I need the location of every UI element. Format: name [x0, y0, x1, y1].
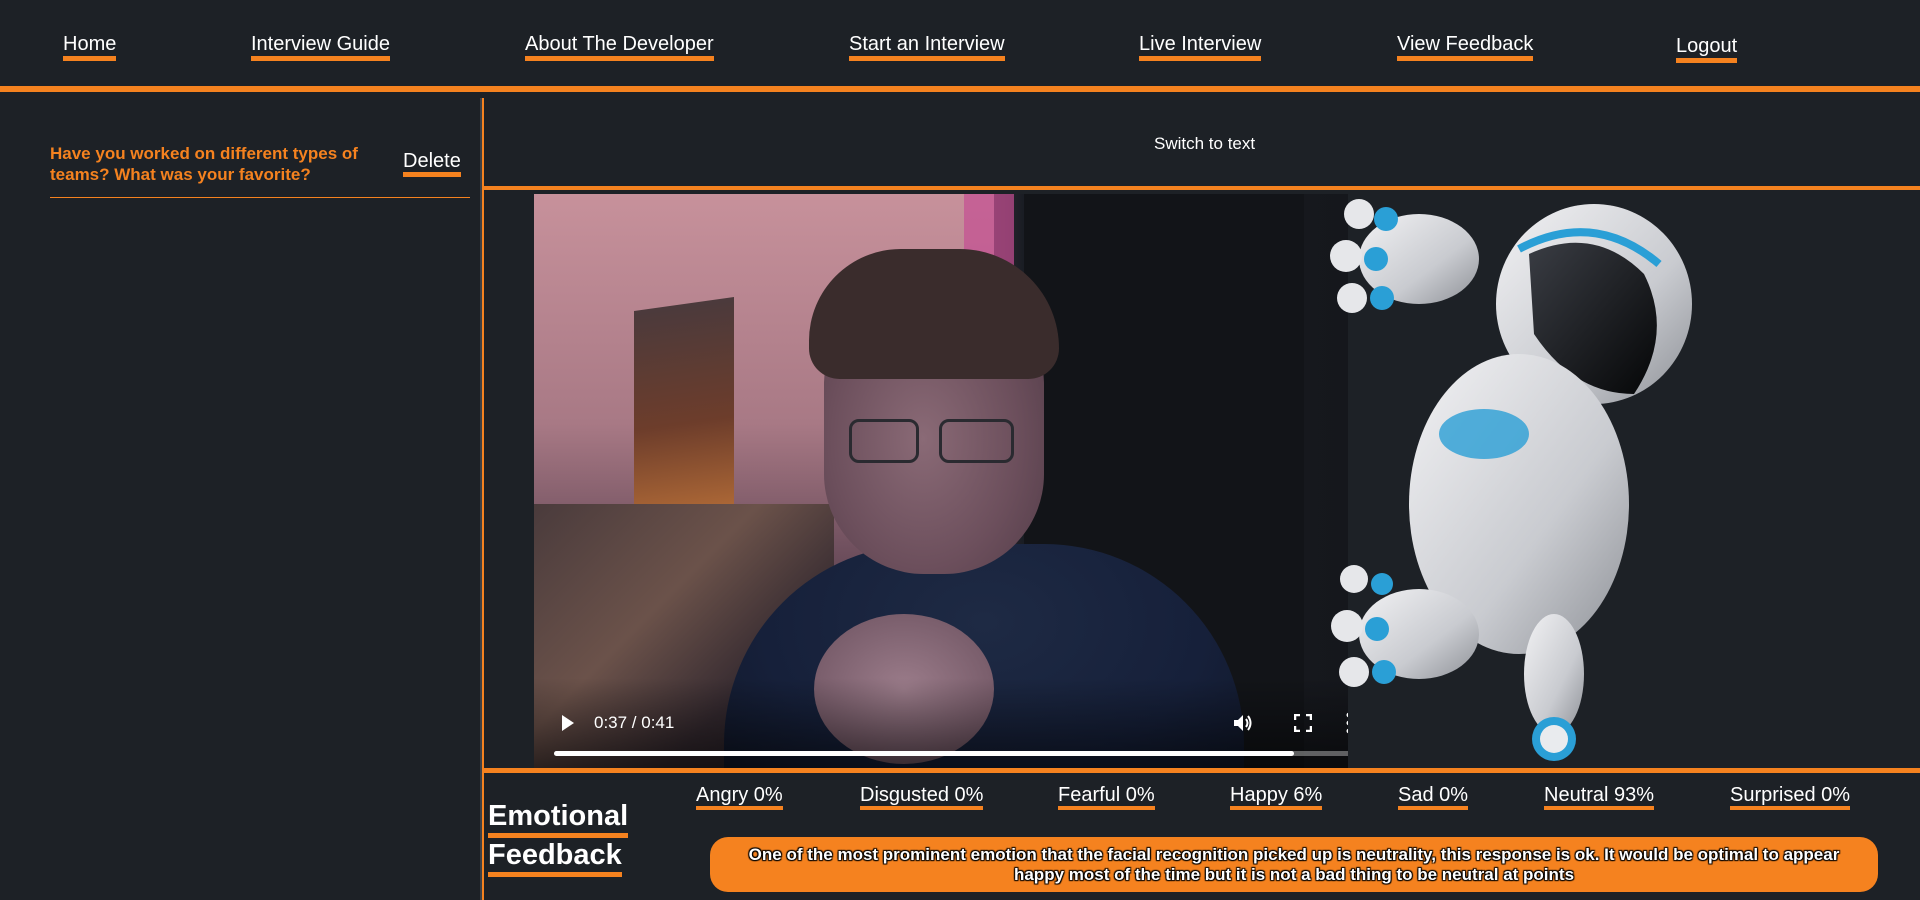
robot-mascot-image — [1330, 199, 1692, 761]
video-progress-fill — [554, 751, 1294, 756]
video-glasses-right — [939, 419, 1014, 463]
emotional-feedback-section: Emotional Feedback Angry 0% Disgusted 0%… — [484, 768, 1920, 900]
emotion-surprised: Surprised 0% — [1730, 784, 1851, 810]
top-nav: Home Interview Guide About The Developer… — [0, 0, 1920, 92]
nav-view-feedback-link[interactable]: View Feedback — [1397, 33, 1534, 61]
nav-start-interview-link[interactable]: Start an Interview — [849, 33, 1005, 61]
video-person-hair — [809, 249, 1059, 379]
feedback-message: One of the most prominent emotion that t… — [710, 837, 1878, 892]
nav-logout-link[interactable]: Logout — [1676, 35, 1738, 63]
emotion-neutral: Neutral 93% — [1544, 784, 1655, 810]
nav-interview-guide-link[interactable]: Interview Guide — [251, 33, 390, 61]
emotion-sad: Sad 0% — [1398, 784, 1469, 810]
video-glasses-left — [849, 419, 919, 463]
emotional-feedback-title: Emotional Feedback — [488, 799, 648, 877]
question-sidebar: Have you worked on different types of te… — [0, 98, 482, 900]
emotion-fearful: Fearful 0% — [1058, 784, 1155, 810]
video-time: 0:37 / 0:41 — [594, 713, 675, 732]
emotion-disgusted: Disgusted 0% — [860, 784, 984, 810]
feedback-title-line2: Feedback — [488, 838, 622, 877]
main-panel: Switch to text 0:37 / 0:41 Emotional Fee… — [482, 98, 1920, 900]
nav-live-interview-link[interactable]: Live Interview — [1139, 33, 1262, 61]
question-text: Have you worked on different types of te… — [50, 144, 358, 184]
video-area: 0:37 / 0:41 — [484, 194, 1920, 768]
switch-to-text-button[interactable]: Switch to text — [1154, 134, 1255, 154]
emotion-happy: Happy 6% — [1230, 784, 1323, 810]
feedback-title-line1: Emotional — [488, 799, 629, 838]
question-item[interactable]: Have you worked on different types of te… — [50, 143, 470, 198]
play-icon[interactable] — [562, 715, 574, 731]
nav-about-developer-link[interactable]: About The Developer — [525, 33, 714, 61]
emotion-angry: Angry 0% — [696, 784, 783, 810]
nav-home-link[interactable]: Home — [63, 33, 117, 61]
delete-question-button[interactable]: Delete — [403, 150, 461, 177]
switch-bar: Switch to text — [484, 98, 1920, 190]
